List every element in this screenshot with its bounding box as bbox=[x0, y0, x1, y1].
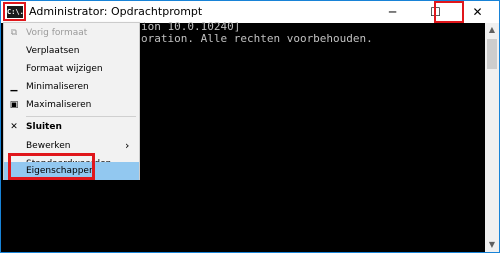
menu-item-label: Formaat wijzigen bbox=[26, 64, 103, 74]
chevron-right-icon: › bbox=[125, 139, 130, 152]
maximize-icon: ▣ bbox=[9, 100, 19, 110]
scroll-down-arrow-icon[interactable]: ▼ bbox=[485, 238, 499, 252]
close-icon: ✕ bbox=[10, 122, 18, 132]
menu-item-minimaliseren[interactable]: ▁ Minimaliseren bbox=[4, 78, 139, 96]
title-bar[interactable]: C:\. Administrator: Opdrachtprompt ─ ☐ ✕ bbox=[1, 1, 499, 23]
menu-item-formaat-wijzigen[interactable]: Formaat wijzigen bbox=[4, 60, 139, 78]
menu-item-label: Vorig formaat bbox=[26, 28, 88, 38]
menu-item-label: Minimaliseren bbox=[26, 82, 89, 92]
menu-separator bbox=[26, 116, 136, 117]
menu-item-label: Maximaliseren bbox=[26, 100, 92, 110]
scroll-thumb[interactable] bbox=[487, 39, 497, 69]
menu-item-sluiten[interactable]: ✕ Sluiten bbox=[4, 118, 139, 136]
scroll-up-arrow-icon[interactable]: ▲ bbox=[485, 23, 499, 37]
menu-item-label: Verplaatsen bbox=[26, 46, 80, 56]
menu-item-verplaatsen[interactable]: Verplaatsen bbox=[4, 42, 139, 60]
vertical-scrollbar[interactable]: ▲ ▼ bbox=[485, 23, 499, 252]
menu-item-maximaliseren[interactable]: ▣ Maximaliseren bbox=[4, 96, 139, 114]
minimize-button[interactable]: ─ bbox=[371, 1, 414, 23]
console-line: oration. Alle rechten voorbehouden. bbox=[141, 32, 373, 45]
menu-item-vorig-formaat[interactable]: ⧉ Vorig formaat bbox=[4, 24, 139, 42]
window-title: Administrator: Opdrachtprompt bbox=[29, 5, 203, 18]
menu-item-label: Sluiten bbox=[26, 122, 62, 132]
highlight-box-icon bbox=[3, 2, 26, 21]
restore-icon: ⧉ bbox=[10, 28, 18, 38]
highlight-box-maximize bbox=[434, 1, 464, 23]
minimize-icon: ▁ bbox=[10, 82, 18, 92]
highlight-box-eigenschappen bbox=[8, 153, 95, 180]
